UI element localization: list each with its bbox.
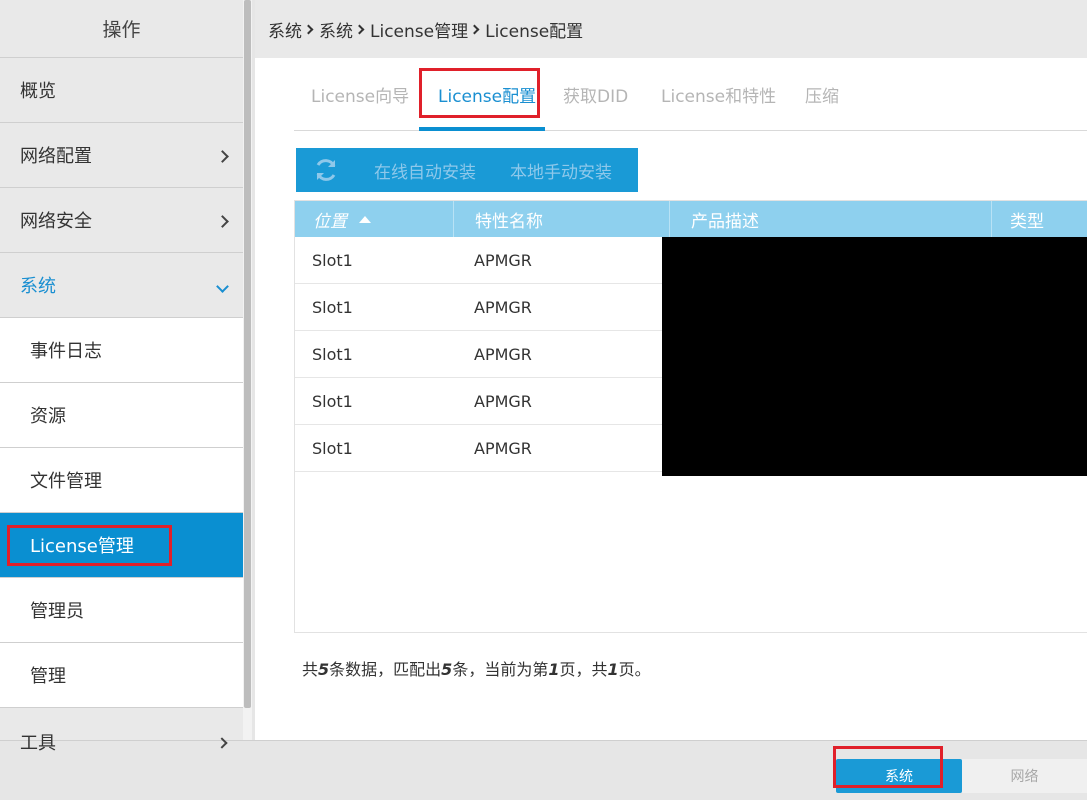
bottom-bar: 工具 系统 网络	[0, 733, 1087, 800]
chevron-right-icon	[216, 737, 228, 749]
summary-text: 页，共	[559, 660, 608, 679]
cell-location: Slot1	[312, 298, 353, 317]
column-header-label: 类型	[1010, 211, 1044, 232]
chevron-right-icon	[303, 24, 314, 34]
active-tab-indicator	[419, 127, 545, 131]
cell-location: Slot1	[312, 345, 353, 364]
summary-text: 条，当前为第	[452, 660, 549, 679]
breadcrumb-item[interactable]: 系统	[268, 17, 302, 42]
cell-location: Slot1	[312, 392, 353, 411]
tab-license-features[interactable]: License和特性	[661, 82, 776, 107]
chevron-right-icon	[469, 24, 480, 34]
cell-feature: APMGR	[474, 439, 532, 458]
local-install-button[interactable]: 本地手动安装	[510, 158, 612, 183]
sidebar-subitem-label: 文件管理	[30, 471, 102, 492]
sidebar-subitem-license-management[interactable]: License管理	[0, 513, 243, 578]
table-header: 位置 特性名称 产品描述 类型	[295, 201, 1087, 237]
chevron-right-icon	[215, 145, 229, 166]
column-header-location[interactable]: 位置	[295, 201, 454, 237]
sidebar-item-tools[interactable]: 工具	[20, 729, 56, 755]
summary-text: 页。	[618, 660, 651, 679]
sidebar-subitem-resources[interactable]: 资源	[0, 383, 243, 448]
breadcrumb-item[interactable]: 系统	[319, 17, 353, 42]
highlight-box	[7, 525, 172, 566]
license-table: 位置 特性名称 产品描述 类型 Slot1 APMGR Slot1 APMGR …	[294, 200, 1087, 633]
summary-text: 共	[302, 660, 319, 679]
cell-feature: APMGR	[474, 345, 532, 364]
tab-compress[interactable]: 压缩	[805, 82, 839, 107]
column-header-label: 产品描述	[691, 211, 759, 232]
summary-pages: 1	[607, 660, 619, 679]
cell-feature: APMGR	[474, 251, 532, 270]
sidebar-item-overview[interactable]: 概览	[0, 58, 243, 123]
sidebar-item-label: 网络配置	[20, 146, 92, 167]
breadcrumb-item-current: License配置	[485, 21, 584, 42]
sidebar-header: 操作	[0, 0, 243, 58]
chevron-down-icon	[215, 275, 229, 296]
chevron-right-icon	[354, 24, 365, 34]
column-header-feature[interactable]: 特性名称	[454, 201, 670, 237]
sidebar-subitem-label: 管理员	[30, 601, 84, 622]
highlight-box	[833, 746, 943, 788]
divider	[252, 0, 255, 740]
summary-matched: 5	[441, 660, 453, 679]
sidebar-subitem-management[interactable]: 管理	[0, 643, 243, 708]
tab-license-wizard[interactable]: License向导	[311, 82, 409, 107]
sidebar: 操作 概览 网络配置 网络安全 系统 事件日志 资源 文件管理 License管…	[0, 0, 243, 740]
highlight-box	[419, 68, 540, 118]
sidebar-subitem-file-management[interactable]: 文件管理	[0, 448, 243, 513]
cell-feature: APMGR	[474, 392, 532, 411]
summary-page: 1	[548, 660, 560, 679]
network-button[interactable]: 网络	[962, 759, 1087, 793]
sidebar-item-system[interactable]: 系统	[0, 253, 243, 318]
refresh-icon	[316, 159, 336, 181]
cell-location: Slot1	[312, 439, 353, 458]
column-header-type[interactable]: 类型	[992, 201, 1087, 237]
breadcrumb: 系统 系统 License管理 License配置	[255, 0, 1087, 58]
summary-total: 5	[318, 660, 330, 679]
sidebar-subitem-label: 事件日志	[30, 341, 102, 362]
tab-get-did[interactable]: 获取DID	[563, 82, 628, 107]
sidebar-item-label: 系统	[20, 276, 56, 297]
column-header-label: 位置	[313, 211, 347, 232]
scrollbar-thumb[interactable]	[244, 0, 251, 708]
sort-ascending-icon	[359, 215, 371, 223]
redacted-region	[662, 237, 1087, 476]
cell-location: Slot1	[312, 251, 353, 270]
sidebar-subitem-event-log[interactable]: 事件日志	[0, 318, 243, 383]
column-header-description[interactable]: 产品描述	[670, 201, 992, 237]
column-header-label: 特性名称	[475, 211, 543, 232]
sidebar-scrollbar[interactable]	[243, 0, 252, 740]
sidebar-item-network-security[interactable]: 网络安全	[0, 188, 243, 253]
sidebar-subitem-label: 资源	[30, 406, 66, 427]
refresh-button[interactable]	[296, 157, 356, 183]
sidebar-item-label: 网络安全	[20, 211, 92, 232]
cell-feature: APMGR	[474, 298, 532, 317]
toolbar: 在线自动安装 本地手动安装	[296, 148, 638, 192]
online-install-button[interactable]: 在线自动安装	[374, 158, 476, 183]
tab-bar: License向导 License配置 获取DID License和特性 压缩	[294, 68, 1087, 131]
sidebar-subitem-label: 管理	[30, 666, 66, 687]
sidebar-item-network-config[interactable]: 网络配置	[0, 123, 243, 188]
pagination-summary: 共5条数据，匹配出5条，当前为第1页，共1页。	[302, 656, 651, 680]
breadcrumb-item[interactable]: License管理	[370, 17, 468, 42]
summary-text: 条数据，匹配出	[329, 660, 442, 679]
chevron-right-icon	[215, 210, 229, 231]
sidebar-subitem-administrators[interactable]: 管理员	[0, 578, 243, 643]
sidebar-item-label: 概览	[20, 81, 56, 102]
